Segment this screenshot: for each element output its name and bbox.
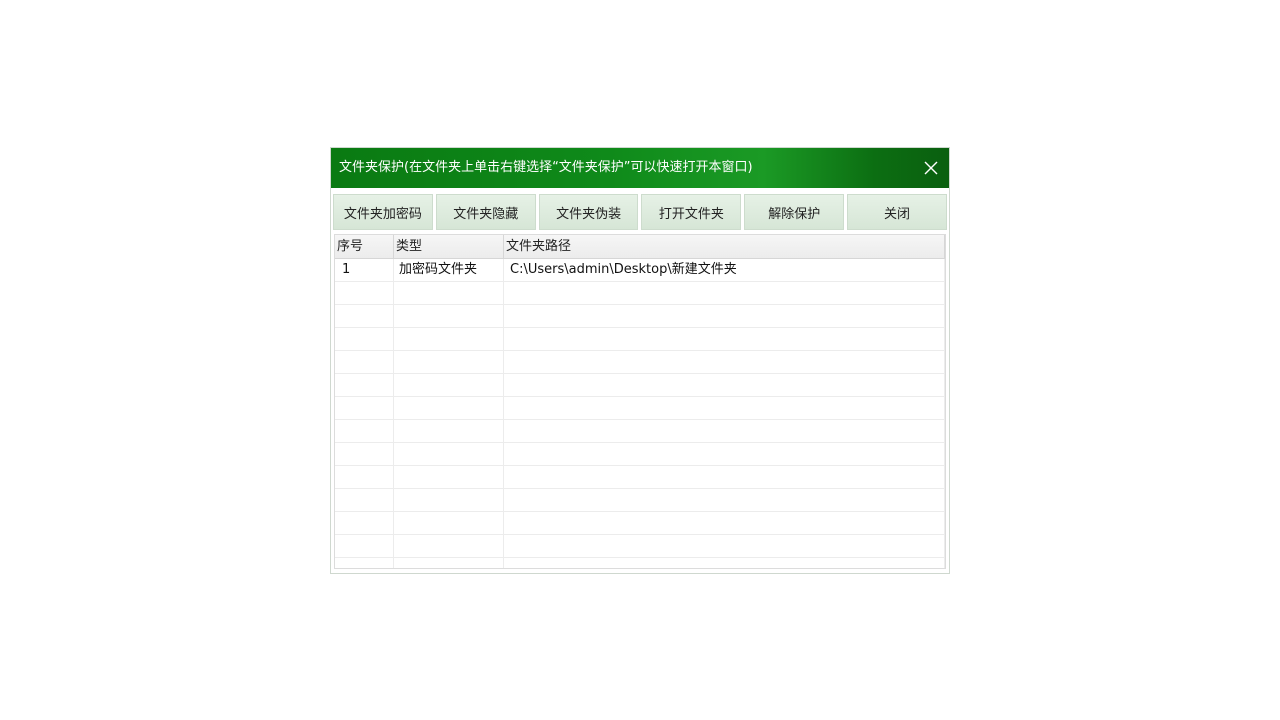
empty-cell xyxy=(504,282,945,304)
empty-table-row xyxy=(335,282,945,305)
cell-path: C:\Users\admin\Desktop\新建文件夹 xyxy=(504,259,945,281)
table-header: 序号 类型 文件夹路径 xyxy=(335,235,945,259)
empty-cell xyxy=(394,282,504,304)
empty-cell xyxy=(335,351,394,373)
empty-cell xyxy=(394,397,504,419)
empty-cell xyxy=(335,328,394,350)
empty-table-row xyxy=(335,558,945,568)
empty-cell xyxy=(394,558,504,568)
empty-cell xyxy=(504,397,945,419)
empty-cell xyxy=(394,443,504,465)
disguise-folder-button[interactable]: 文件夹伪装 xyxy=(538,194,639,230)
title-bar[interactable]: 文件夹保护(在文件夹上单击右键选择“文件夹保护”可以快速打开本窗口) xyxy=(331,148,949,188)
empty-cell xyxy=(335,420,394,442)
empty-table-row xyxy=(335,374,945,397)
empty-cell xyxy=(504,420,945,442)
empty-cell xyxy=(504,374,945,396)
empty-cell xyxy=(335,535,394,557)
empty-table-row xyxy=(335,512,945,535)
empty-table-row xyxy=(335,535,945,558)
close-button[interactable]: 关闭 xyxy=(847,194,947,230)
empty-cell xyxy=(394,466,504,488)
empty-cell xyxy=(394,374,504,396)
close-icon[interactable] xyxy=(921,158,941,178)
empty-cell xyxy=(394,420,504,442)
empty-cell xyxy=(504,535,945,557)
remove-protection-button[interactable]: 解除保护 xyxy=(744,194,845,230)
empty-cell xyxy=(504,328,945,350)
empty-cell xyxy=(394,305,504,327)
empty-cell xyxy=(504,512,945,534)
table-body: 1 加密码文件夹 C:\Users\admin\Desktop\新建文件夹 xyxy=(335,259,945,568)
empty-cell xyxy=(335,558,394,568)
hide-folder-button[interactable]: 文件夹隐藏 xyxy=(435,194,536,230)
empty-cell xyxy=(504,443,945,465)
empty-cell xyxy=(335,282,394,304)
empty-cell xyxy=(504,558,945,568)
empty-cell xyxy=(504,351,945,373)
empty-cell xyxy=(335,489,394,511)
cell-index: 1 xyxy=(335,259,394,281)
empty-cell xyxy=(504,305,945,327)
folder-protection-dialog: 文件夹保护(在文件夹上单击右键选择“文件夹保护”可以快速打开本窗口) 文件夹加密… xyxy=(331,148,949,573)
empty-table-row xyxy=(335,328,945,351)
empty-cell xyxy=(335,374,394,396)
empty-table-row xyxy=(335,466,945,489)
empty-cell xyxy=(335,397,394,419)
column-header-index[interactable]: 序号 xyxy=(335,235,394,258)
empty-cell xyxy=(335,305,394,327)
empty-table-row xyxy=(335,397,945,420)
empty-cell xyxy=(504,489,945,511)
empty-cell xyxy=(394,351,504,373)
empty-table-row xyxy=(335,305,945,328)
empty-cell xyxy=(335,466,394,488)
protected-folders-table[interactable]: 序号 类型 文件夹路径 1 加密码文件夹 C:\Users\admin\Desk… xyxy=(334,234,946,569)
empty-cell xyxy=(394,489,504,511)
column-header-type[interactable]: 类型 xyxy=(394,235,504,258)
window-title: 文件夹保护(在文件夹上单击右键选择“文件夹保护”可以快速打开本窗口) xyxy=(339,160,753,175)
empty-cell xyxy=(394,535,504,557)
empty-cell xyxy=(394,512,504,534)
empty-cell xyxy=(335,512,394,534)
empty-table-row xyxy=(335,443,945,466)
empty-cell xyxy=(394,328,504,350)
toolbar: 文件夹加密码 文件夹隐藏 文件夹伪装 打开文件夹 解除保护 关闭 xyxy=(333,194,947,230)
open-folder-button[interactable]: 打开文件夹 xyxy=(641,194,742,230)
empty-table-row xyxy=(335,351,945,374)
cell-type: 加密码文件夹 xyxy=(394,259,504,281)
empty-cell xyxy=(504,466,945,488)
column-header-path[interactable]: 文件夹路径 xyxy=(504,235,945,258)
table-row[interactable]: 1 加密码文件夹 C:\Users\admin\Desktop\新建文件夹 xyxy=(335,259,945,282)
empty-table-row xyxy=(335,420,945,443)
empty-cell xyxy=(335,443,394,465)
empty-table-row xyxy=(335,489,945,512)
encrypt-folder-button[interactable]: 文件夹加密码 xyxy=(333,194,433,230)
